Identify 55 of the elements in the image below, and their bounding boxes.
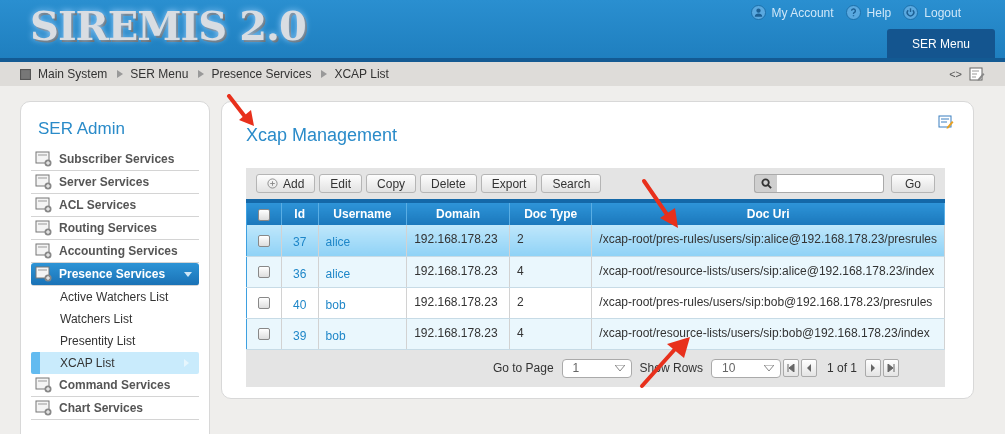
table-cell: 4 xyxy=(509,256,592,287)
toolbar-button[interactable]: Export xyxy=(480,174,538,193)
sidebar-item[interactable]: Server Services xyxy=(31,171,199,194)
table-cell: /xcap-root/pres-rules/users/sip:alice@192.168.178.23/presrules xyxy=(591,225,945,256)
logo: SIREMIS 2.0 xyxy=(30,2,306,51)
column-header[interactable]: Doc Uri xyxy=(591,201,945,225)
rows-select[interactable]: 10 xyxy=(710,358,781,378)
sidebar-item[interactable]: Presence Services xyxy=(31,263,199,286)
sidebar-item[interactable]: ACL Services xyxy=(31,194,199,217)
submenu-item[interactable]: Active Watchers List xyxy=(31,286,199,308)
table-cell: 192.168.178.23 xyxy=(406,256,510,287)
column-header[interactable]: Doc Type xyxy=(509,201,592,225)
breadcrumb-link[interactable]: SER Menu xyxy=(130,67,189,81)
table-cell: 192.168.178.23 xyxy=(406,225,510,256)
table-row[interactable]: 37 alice 192.168.178.23 2 /xcap-root/pres-rules/users/sip:alice@192.168.178.23/presrules xyxy=(246,225,945,256)
table-cell: 4 xyxy=(509,318,592,349)
table-cell[interactable]: alice xyxy=(318,256,407,287)
breadcrumb-link[interactable]: Main System xyxy=(38,67,108,81)
table-cell[interactable]: bob xyxy=(318,318,407,349)
table-cell: 2 xyxy=(509,287,592,318)
breadcrumb-link[interactable]: XCAP List xyxy=(334,67,389,81)
column-header[interactable]: Username xyxy=(318,201,407,225)
submenu-item[interactable]: Presentity List xyxy=(31,330,199,352)
sidebar-item[interactable]: Subscriber Services xyxy=(31,148,199,171)
menu-tab[interactable]: SER Menu xyxy=(887,29,995,58)
sidebar-item[interactable]: Routing Services xyxy=(31,217,199,240)
page-select[interactable]: 1 xyxy=(561,358,632,378)
table-cell: /xcap-root/resource-lists/users/sip:alice@192.168.178.23/index xyxy=(591,256,945,287)
table-cell: /xcap-root/pres-rules/users/sip:bob@192.168.178.23/presrules xyxy=(591,287,945,318)
table-row[interactable]: 36 alice 192.168.178.23 4 /xcap-root/resource-lists/users/sip:alice@192.168.178.23/index xyxy=(246,256,945,287)
table-cell: /xcap-root/resource-lists/users/sip:bob@192.168.178.23/index xyxy=(591,318,945,349)
table-cell: 192.168.178.23 xyxy=(406,287,510,318)
column-header[interactable]: Domain xyxy=(406,201,510,225)
sidebar-item[interactable]: Command Services xyxy=(31,374,199,397)
breadcrumb-link[interactable]: Presence Services xyxy=(211,67,312,81)
submenu-item[interactable]: Watchers List xyxy=(31,308,199,330)
page-title: Xcap Management xyxy=(246,124,398,147)
toolbar-button[interactable]: Delete xyxy=(420,174,477,193)
submenu-item[interactable]: XCAP List xyxy=(31,352,199,374)
toolbar-button[interactable]: Copy xyxy=(366,174,417,193)
table-cell: 192.168.178.23 xyxy=(406,318,510,349)
column-header[interactable]: Id xyxy=(281,201,319,225)
sidebar-title: SER Admin xyxy=(37,119,126,140)
toolbar-button[interactable]: Search xyxy=(541,174,602,193)
table-cell[interactable]: bob xyxy=(318,287,407,318)
page-info: 1 of 1 xyxy=(826,361,857,375)
table-cell: 2 xyxy=(509,225,592,256)
toolbar-button[interactable]: Edit xyxy=(319,174,363,193)
toolbar-button[interactable]: Add xyxy=(256,174,316,193)
table-row[interactable]: 39 bob 192.168.178.23 4 /xcap-root/resource-lists/users/sip:bob@192.168.178.23/index xyxy=(246,318,945,349)
table-row[interactable]: 40 bob 192.168.178.23 2 /xcap-root/pres-rules/users/sip:bob@192.168.178.23/presrules xyxy=(246,287,945,318)
pager-label: Go to Page xyxy=(492,361,554,375)
code-toggle[interactable]: <> xyxy=(949,68,962,80)
sidebar-item[interactable]: Chart Services xyxy=(31,397,199,420)
go-button[interactable]: Go xyxy=(891,174,935,193)
